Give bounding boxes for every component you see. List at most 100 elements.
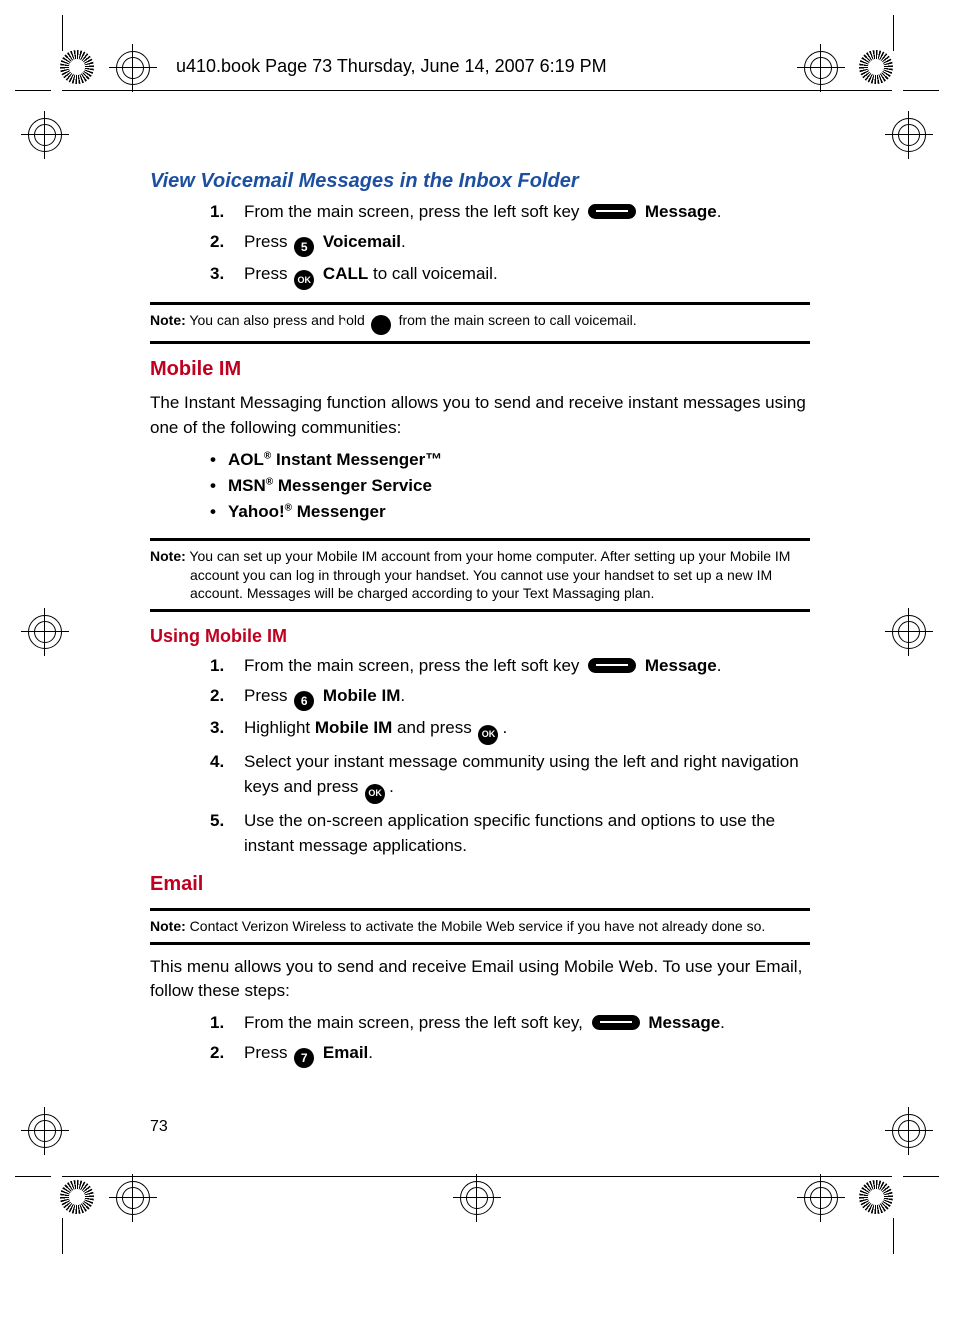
ok-key-icon: OK	[294, 270, 314, 290]
note-rule	[150, 609, 810, 612]
header-rule	[62, 90, 892, 91]
step-item: 2. Press 6 Mobile IM.	[210, 683, 810, 711]
crop-mark	[893, 1218, 894, 1254]
step-number: 2.	[210, 683, 224, 709]
note-label: Note:	[150, 548, 186, 564]
register-mark-icon	[27, 614, 63, 650]
footer-rule	[62, 1176, 892, 1177]
step-item: 1. From the main screen, press the left …	[210, 653, 810, 679]
note-block: Note: You can set up your Mobile IM acco…	[150, 538, 810, 613]
register-mark-icon	[891, 117, 927, 153]
note-rule	[150, 538, 810, 541]
note-block: Note: Contact Verizon Wireless to activa…	[150, 908, 810, 945]
step-item: 3. Highlight Mobile IM and press OK.	[210, 715, 810, 745]
note-label: Note:	[150, 918, 186, 934]
heading-email: Email	[150, 873, 810, 896]
bullet-text: Yahoo!	[228, 502, 285, 521]
heading-using-mobile-im: Using Mobile IM	[150, 626, 810, 647]
note-body: from the main screen to call voicemail.	[399, 312, 637, 328]
step-text: Press	[244, 1043, 292, 1062]
step-number: 2.	[210, 229, 224, 255]
softkey-icon	[592, 1015, 640, 1030]
step-number: 3.	[210, 261, 224, 287]
heading-view-voicemail: View Voicemail Messages in the Inbox Fol…	[150, 170, 810, 193]
step-number: 1.	[210, 1010, 224, 1036]
step-number: 3.	[210, 715, 224, 741]
step-text: .	[401, 232, 406, 251]
step-number: 2.	[210, 1040, 224, 1066]
note-body: You can set up your Mobile IM account fr…	[186, 548, 791, 602]
key-1-icon: 1	[371, 315, 391, 335]
step-bold: Message	[645, 656, 717, 675]
bullet-item: AOL® Instant Messenger™	[210, 447, 810, 473]
ok-key-icon: OK	[365, 784, 385, 804]
bullet-text: AOL	[228, 450, 264, 469]
step-bold: Email	[323, 1043, 368, 1062]
wheel-icon	[859, 1180, 893, 1214]
register-mark-icon	[803, 1180, 839, 1216]
step-number: 1.	[210, 199, 224, 225]
step-bold: Message	[645, 202, 717, 221]
body-paragraph: The Instant Messaging function allows yo…	[150, 391, 810, 440]
step-bold: Mobile IM	[315, 718, 392, 737]
wheel-icon	[60, 50, 94, 84]
steps-list: 1. From the main screen, press the left …	[150, 653, 810, 859]
note-body: Contact Verizon Wireless to activate the…	[186, 918, 765, 934]
step-item: 1. From the main screen, press the left …	[210, 199, 810, 225]
step-item: 4. Select your instant message community…	[210, 749, 810, 804]
note-text: Note: You can set up your Mobile IM acco…	[150, 547, 810, 604]
note-rule	[150, 341, 810, 344]
crop-mark	[893, 15, 894, 51]
body-paragraph: This menu allows you to send and receive…	[150, 955, 810, 1004]
book-header: u410.book Page 73 Thursday, June 14, 200…	[170, 56, 613, 77]
wheel-icon	[60, 1180, 94, 1214]
step-text: .	[717, 202, 722, 221]
step-bold: CALL	[323, 264, 368, 283]
bullet-item: Yahoo!® Messenger	[210, 499, 810, 525]
step-text: .	[400, 686, 405, 705]
note-text: Note: You can also press and hold 1 from…	[150, 311, 810, 335]
step-text: to call voicemail.	[368, 264, 497, 283]
step-bold: Voicemail	[323, 232, 401, 251]
step-text: and press	[392, 718, 476, 737]
note-rule	[150, 908, 810, 911]
register-mark-icon	[27, 117, 63, 153]
step-item: 1. From the main screen, press the left …	[210, 1010, 810, 1036]
register-mark-icon	[115, 1180, 151, 1216]
note-label: Note:	[150, 312, 186, 328]
bullet-text: Instant Messenger™	[271, 450, 442, 469]
step-text: Press	[244, 264, 292, 283]
step-item: 3. Press OK CALL to call voicemail.	[210, 261, 810, 291]
note-rule	[150, 942, 810, 945]
step-text: .	[717, 656, 722, 675]
heading-mobile-im: Mobile IM	[150, 358, 810, 381]
softkey-icon	[588, 658, 636, 673]
step-item: 2. Press 5 Voicemail.	[210, 229, 810, 257]
bullet-list: AOL® Instant Messenger™ MSN® Messenger S…	[150, 447, 810, 526]
step-text: .	[502, 718, 507, 737]
step-number: 5.	[210, 808, 224, 834]
key-6-icon: 6	[294, 691, 314, 711]
register-mark-icon	[891, 614, 927, 650]
step-text: From the main screen, press the left sof…	[244, 202, 584, 221]
step-number: 4.	[210, 749, 224, 775]
step-item: 2. Press 7 Email.	[210, 1040, 810, 1068]
step-number: 1.	[210, 653, 224, 679]
crop-mark	[903, 1176, 939, 1177]
crop-mark	[15, 90, 51, 91]
wheel-icon	[859, 50, 893, 84]
step-text: Press	[244, 686, 292, 705]
step-text: Highlight	[244, 718, 315, 737]
steps-list: 1. From the main screen, press the left …	[150, 1010, 810, 1068]
register-mark-icon	[115, 50, 151, 86]
key-5-icon: 5	[294, 237, 314, 257]
step-text: .	[720, 1013, 725, 1032]
bullet-text: Messenger Service	[273, 476, 432, 495]
bullet-text: Messenger	[292, 502, 386, 521]
step-text: .	[368, 1043, 373, 1062]
step-text: From the main screen, press the left sof…	[244, 1013, 588, 1032]
crop-mark	[15, 1176, 51, 1177]
bullet-text: MSN	[228, 476, 266, 495]
crop-mark	[62, 15, 63, 51]
bullet-item: MSN® Messenger Service	[210, 473, 810, 499]
